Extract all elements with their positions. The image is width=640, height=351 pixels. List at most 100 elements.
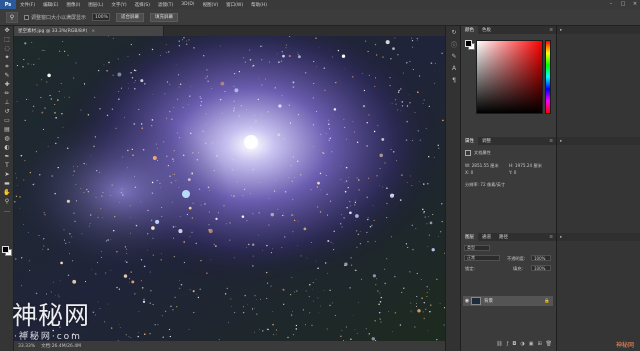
history-panel-icon[interactable]: ↻ [446,26,462,38]
character-panel-icon[interactable]: A [446,62,462,74]
star [123,274,128,278]
layer-filter-kind[interactable]: 类型 [464,245,490,251]
menu-type[interactable]: 文字(Y) [107,2,130,8]
layer-item-background[interactable]: ◉ 背景 🔒 [463,296,553,306]
new-group-icon[interactable]: ▣ [529,341,534,349]
paragraph-panel-icon[interactable]: ¶ [446,74,462,86]
status-zoom[interactable]: 33.33% [18,344,35,349]
crop-tool-icon[interactable]: ⌗ [0,62,14,71]
move-tool-icon[interactable]: ✥ [0,26,14,35]
menu-image[interactable]: 图像(I) [62,2,84,8]
brush-panel-icon[interactable]: ✎ [446,50,462,62]
color-picker-field[interactable] [476,40,543,114]
resize-windows-checkbox[interactable]: 调整窗口大小以满屏显示 [24,14,86,21]
star [68,96,70,98]
zoom-tool-preset-icon[interactable]: ⚲ [6,11,18,23]
more-tools-icon[interactable]: … [0,206,14,215]
blur-tool-icon[interactable]: ◍ [0,134,14,143]
fx-icon[interactable]: ƒ [507,341,509,349]
panel-menu-icon[interactable]: ≡ [549,235,556,240]
tab-properties[interactable]: 属性 [461,137,478,145]
gradient-tool-icon[interactable]: ▤ [0,125,14,134]
tab-close-icon[interactable]: × [91,29,95,34]
pen-tool-icon[interactable]: ✒ [0,152,14,161]
foreground-color-swatch[interactable] [2,246,9,253]
props-width[interactable]: W: 2851.55 厘米 [465,163,499,169]
zoom-percent-field[interactable]: 100% [92,13,111,21]
close-icon[interactable]: × [632,1,638,7]
props-height[interactable]: H: 1975.24 厘米 [509,163,542,169]
eraser-tool-icon[interactable]: ▭ [0,116,14,125]
menu-select[interactable]: 选择(S) [131,2,154,8]
history-brush-tool-icon[interactable]: ↺ [0,107,14,116]
delete-layer-icon[interactable]: 🗑 [546,341,552,349]
menu-file[interactable]: 文件(F) [16,2,39,8]
shape-tool-icon[interactable]: ▬ [0,179,14,188]
star [423,211,425,213]
star [233,110,235,112]
star [32,110,34,112]
checkbox-box[interactable] [24,14,29,20]
lock-icon[interactable]: 🔒 [544,299,550,304]
star [114,216,116,218]
brush-tool-icon[interactable]: ✏ [0,89,14,98]
healing-brush-tool-icon[interactable]: ✚ [0,80,14,89]
path-selection-tool-icon[interactable]: ➤ [0,170,14,179]
dock-header-top[interactable]: ▸ [557,26,640,34]
visibility-eye-icon[interactable]: ◉ [463,298,471,304]
adjustment-layer-icon[interactable]: ◑ [520,341,524,349]
document-tab[interactable]: 星空素材.jpg @ 33.3%(RGB/8#) × [14,26,164,36]
maximize-icon[interactable]: □ [620,1,626,7]
fill-field[interactable]: 100% [531,265,551,271]
menu-view[interactable]: 视图(V) [199,2,223,8]
menu-layer[interactable]: 图层(L) [84,2,107,8]
star [64,96,66,98]
props-x[interactable]: X: 0 [465,170,473,175]
menu-window[interactable]: 窗口(W) [222,2,247,8]
star [352,121,354,123]
opacity-field[interactable]: 100% [531,255,551,261]
star [108,36,110,38]
tab-layers[interactable]: 图层 [461,233,478,241]
panel-menu-icon[interactable]: ≡ [549,139,556,144]
panel-menu-icon[interactable]: ≡ [549,28,556,33]
menu-help[interactable]: 帮助(H) [247,2,271,8]
fit-screen-button[interactable]: 适合屏幕 [116,12,145,22]
zoom-tool-icon[interactable]: ⚲ [0,197,14,206]
magic-wand-tool-icon[interactable]: ✦ [0,53,14,62]
hand-tool-icon[interactable]: ✋ [0,188,14,197]
tab-swatches[interactable]: 色板 [478,26,495,34]
star [344,262,348,266]
add-mask-icon[interactable]: ◘ [512,341,516,349]
link-layers-icon[interactable]: ⛓ [496,341,502,349]
props-y[interactable]: Y: 0 [509,170,516,175]
star [97,216,99,218]
star [229,239,231,241]
info-panel-icon[interactable]: ⓘ [446,38,462,50]
eyedropper-tool-icon[interactable]: ✎ [0,71,14,80]
tab-channels[interactable]: 通道 [478,233,495,241]
dock-header-middle[interactable]: ▸ [557,137,640,145]
star [259,329,261,330]
menu-3d[interactable]: 3D(D) [177,2,198,7]
tab-paths[interactable]: 路径 [495,233,512,241]
dodge-tool-icon[interactable]: ◐ [0,143,14,152]
clone-stamp-tool-icon[interactable]: ⊥ [0,98,14,107]
type-tool-icon[interactable]: T [0,161,14,170]
tab-color[interactable]: 颜色 [461,26,478,34]
menu-filter[interactable]: 滤镜(T) [154,2,177,8]
hue-slider[interactable] [545,40,551,114]
minimize-icon[interactable]: – [608,1,614,7]
menu-edit[interactable]: 编辑(E) [39,2,62,8]
foreground-color-chip[interactable] [465,40,472,47]
marquee-tool-icon[interactable]: ⬚ [0,35,14,44]
tab-adjustments[interactable]: 调整 [478,137,495,145]
dock-header-bottom[interactable]: ▸ [557,233,640,241]
lasso-tool-icon[interactable]: ◌ [0,44,14,53]
blend-mode-select[interactable]: 正常 [464,255,500,261]
star [40,96,42,99]
fill-screen-button[interactable]: 填充屏幕 [150,12,179,22]
new-layer-icon[interactable]: ⊞ [537,341,541,349]
opacity-label: 不透明度: [507,256,526,261]
layer-name[interactable]: 背景 [484,298,493,304]
